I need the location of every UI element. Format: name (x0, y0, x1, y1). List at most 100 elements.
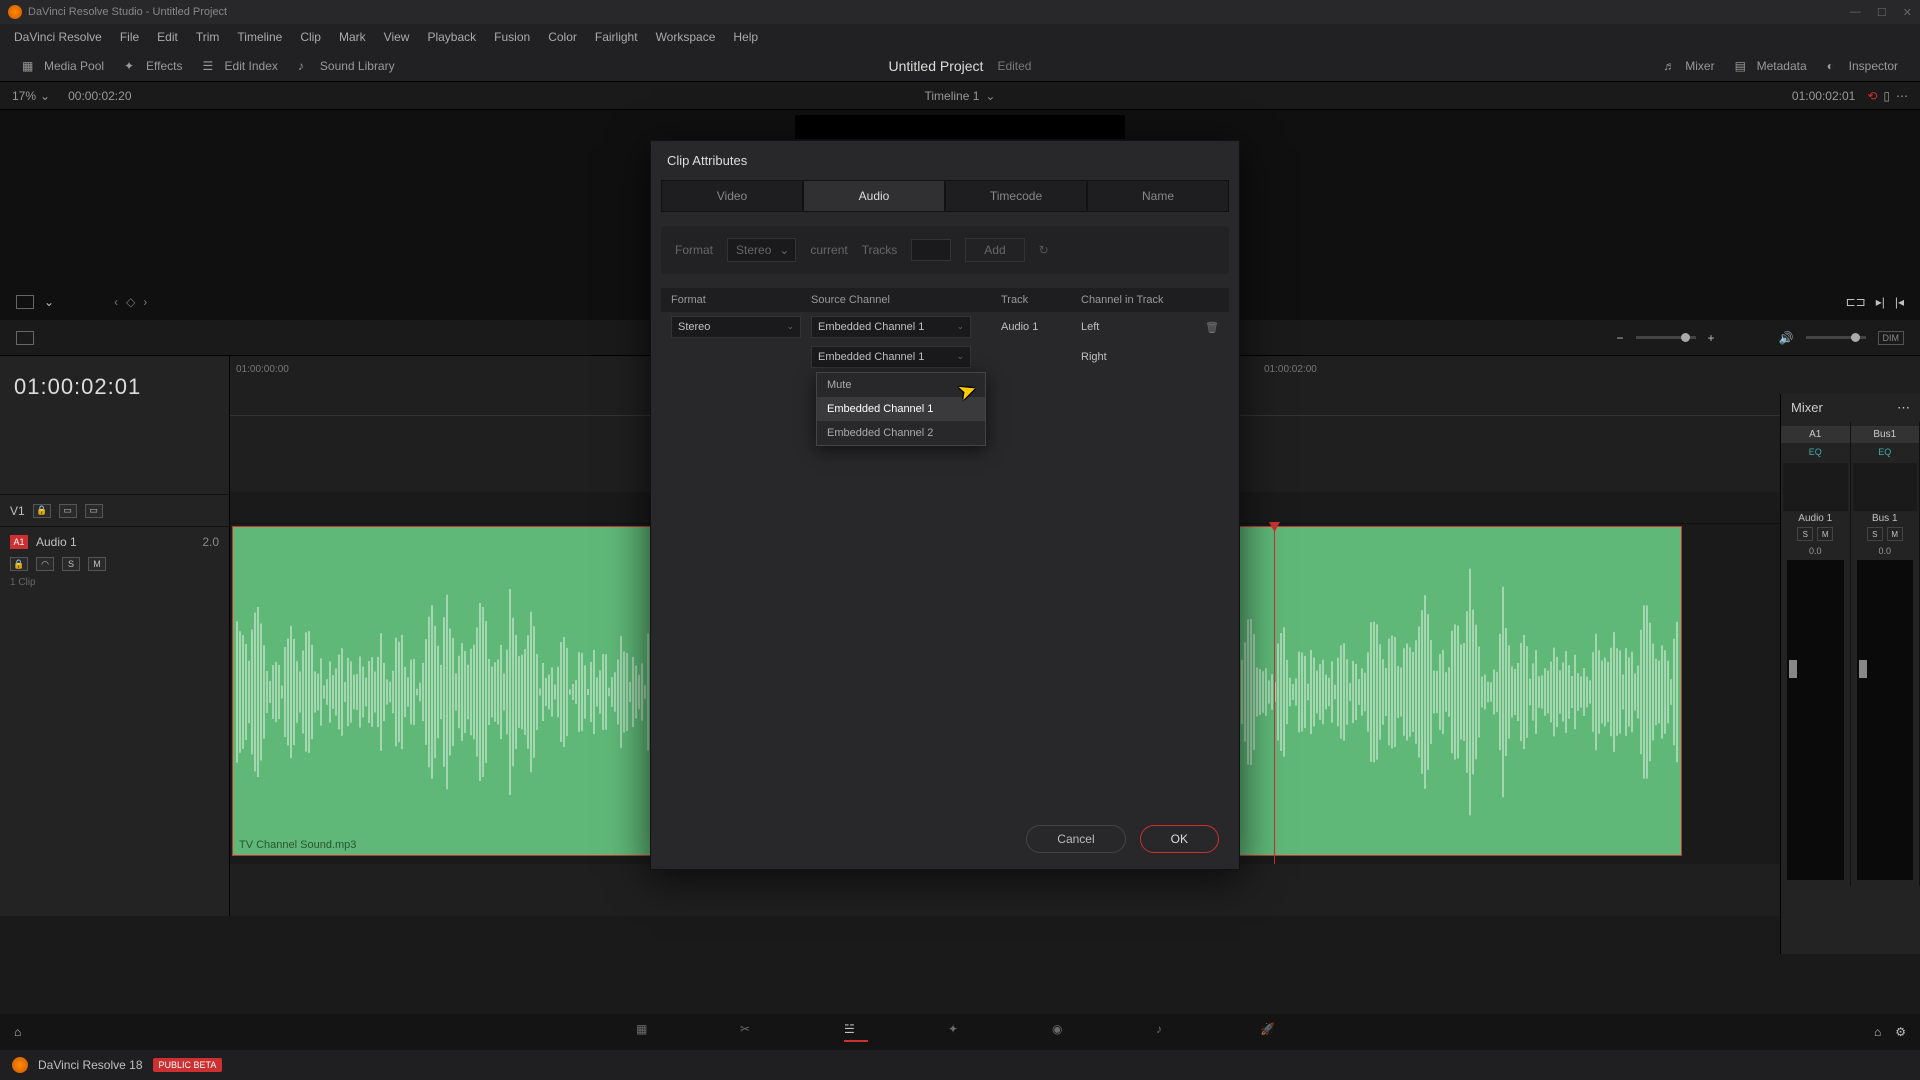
metadata-button[interactable]: ▤Metadata (1725, 59, 1817, 73)
menu-option-ch1[interactable]: Embedded Channel 1 (817, 397, 985, 421)
prev-clip-icon[interactable]: ‹ (114, 295, 118, 309)
media-page-icon[interactable]: ▦ (636, 1022, 660, 1042)
menu-fairlight[interactable]: Fairlight (587, 27, 646, 47)
trash-icon[interactable]: 🗑 (1205, 321, 1219, 334)
cut-page-icon[interactable]: ✂ (740, 1022, 764, 1042)
zoom-level[interactable]: 17% (12, 89, 36, 103)
timeline-view-icon[interactable] (16, 331, 34, 345)
chevron-down-icon[interactable]: ⌄ (44, 295, 54, 309)
source-channel-dropdown[interactable]: Embedded Channel 1⌄ (811, 316, 971, 338)
solo-button[interactable]: S (62, 557, 80, 571)
volume-slider[interactable] (1806, 336, 1866, 339)
clip-attributes-dialog: Clip Attributes Video Audio Timecode Nam… (650, 140, 1240, 870)
edit-index-button[interactable]: ☰Edit Index (193, 59, 288, 73)
effects-button[interactable]: ✦Effects (114, 59, 192, 73)
mute-button[interactable]: M (88, 557, 106, 571)
options-icon[interactable]: ⋯ (1897, 400, 1910, 416)
mixer-button[interactable]: ♬Mixer (1653, 59, 1724, 73)
cancel-button[interactable]: Cancel (1026, 825, 1125, 853)
color-page-icon[interactable]: ◉ (1052, 1022, 1076, 1042)
track-selector[interactable]: A1 (10, 535, 28, 549)
speaker-icon[interactable]: 🔊 (1779, 331, 1794, 345)
tab-timecode[interactable]: Timecode (945, 180, 1087, 212)
home-icon[interactable]: ⌂ (14, 1025, 21, 1039)
timeline-header: 17% ⌄ 00:00:02:20 Timeline 1 ⌄ 01:00:02:… (0, 82, 1920, 110)
project-home-icon[interactable]: ⌂ (1874, 1025, 1881, 1039)
menu-davinci[interactable]: DaVinci Resolve (6, 27, 110, 47)
disable-icon[interactable]: ▭ (59, 504, 77, 518)
channel-label: Bus1 (1851, 426, 1920, 443)
eq-strip[interactable] (1783, 463, 1848, 511)
menu-clip[interactable]: Clip (292, 27, 329, 47)
zoom-in-icon[interactable]: + (1708, 331, 1715, 345)
menu-edit[interactable]: Edit (149, 27, 186, 47)
solo-button[interactable]: S (1867, 527, 1883, 541)
menu-trim[interactable]: Trim (188, 27, 228, 47)
chevron-down-icon[interactable]: ⌄ (40, 89, 50, 103)
sound-library-button[interactable]: ♪Sound Library (288, 59, 405, 73)
bypass-icon[interactable]: ⟲ (1867, 89, 1877, 103)
menu-color[interactable]: Color (540, 27, 585, 47)
mute-button[interactable]: M (1817, 527, 1833, 541)
video-track-header[interactable]: V1 🔒 ▭ ▭ (0, 494, 229, 526)
maximize-icon[interactable]: ☐ (1877, 6, 1887, 19)
menu-playback[interactable]: Playback (419, 27, 484, 47)
curve-icon[interactable]: ◠ (36, 557, 54, 571)
dim-button[interactable]: DIM (1878, 331, 1905, 345)
marker-icon[interactable]: ◇ (126, 295, 135, 309)
fader-handle[interactable] (1859, 660, 1867, 678)
lock-icon[interactable]: 🔒 (10, 557, 28, 571)
menu-option-ch2[interactable]: Embedded Channel 2 (817, 421, 985, 445)
playhead[interactable] (1274, 524, 1275, 864)
source-channel-dropdown[interactable]: Embedded Channel 1⌄ (811, 346, 971, 368)
reset-icon[interactable]: ↻ (1039, 243, 1049, 257)
zoom-slider[interactable] (1636, 336, 1696, 339)
tab-name[interactable]: Name (1087, 180, 1229, 212)
viewer-mode-icon[interactable] (16, 295, 34, 309)
jump-end-icon[interactable]: ▸| (1876, 295, 1885, 309)
format-select[interactable]: Stereo⌄ (727, 238, 796, 262)
inspector-button[interactable]: ◐Inspector (1817, 59, 1908, 73)
timeline-name[interactable]: Timeline 1 (925, 89, 980, 103)
menu-file[interactable]: File (112, 27, 147, 47)
single-viewer-icon[interactable]: ▯ (1883, 89, 1890, 103)
tracks-input[interactable] (911, 239, 951, 261)
disable-icon[interactable]: ▭ (85, 504, 103, 518)
level-meter[interactable] (1857, 560, 1914, 880)
chevron-down-icon[interactable]: ⌄ (985, 89, 995, 103)
tab-video[interactable]: Video (661, 180, 803, 212)
minimize-icon[interactable]: — (1850, 6, 1861, 19)
menu-mark[interactable]: Mark (331, 27, 374, 47)
fairlight-page-icon[interactable]: ♪ (1156, 1022, 1180, 1042)
deliver-page-icon[interactable]: 🚀 (1260, 1022, 1284, 1042)
menu-help[interactable]: Help (725, 27, 766, 47)
eq-button[interactable]: EQ (1851, 443, 1920, 461)
fader-handle[interactable] (1789, 660, 1797, 678)
solo-button[interactable]: S (1797, 527, 1813, 541)
match-frame-icon[interactable]: ⊏⊐ (1846, 295, 1866, 309)
tab-audio[interactable]: Audio (803, 180, 945, 212)
mute-button[interactable]: M (1887, 527, 1903, 541)
add-button[interactable]: Add (965, 238, 1024, 262)
media-pool-button[interactable]: ▦Media Pool (12, 59, 114, 73)
format-dropdown[interactable]: Stereo⌄ (671, 316, 801, 338)
eq-button[interactable]: EQ (1781, 443, 1850, 461)
level-meter[interactable] (1787, 560, 1844, 880)
ok-button[interactable]: OK (1140, 825, 1219, 853)
lock-icon[interactable]: 🔒 (33, 504, 51, 518)
menu-fusion[interactable]: Fusion (486, 27, 538, 47)
close-icon[interactable]: ✕ (1903, 6, 1912, 19)
edit-page-icon[interactable]: ☱ (844, 1022, 868, 1042)
eq-strip[interactable] (1853, 463, 1918, 511)
loop-icon[interactable]: |◂ (1895, 295, 1904, 309)
menu-timeline[interactable]: Timeline (229, 27, 290, 47)
options-icon[interactable]: ⋯ (1896, 89, 1908, 103)
menu-view[interactable]: View (376, 27, 418, 47)
audio-track-header[interactable]: A1 Audio 1 2.0 🔒 ◠ S M 1 Clip (0, 526, 229, 594)
menu-workspace[interactable]: Workspace (648, 27, 724, 47)
fusion-page-icon[interactable]: ✦ (948, 1022, 972, 1042)
settings-icon[interactable]: ⚙ (1895, 1025, 1906, 1039)
zoom-out-icon[interactable]: − (1617, 331, 1624, 345)
next-clip-icon[interactable]: › (143, 295, 147, 309)
add-track-row: Format Stereo⌄ current Tracks Add ↻ (661, 226, 1229, 274)
